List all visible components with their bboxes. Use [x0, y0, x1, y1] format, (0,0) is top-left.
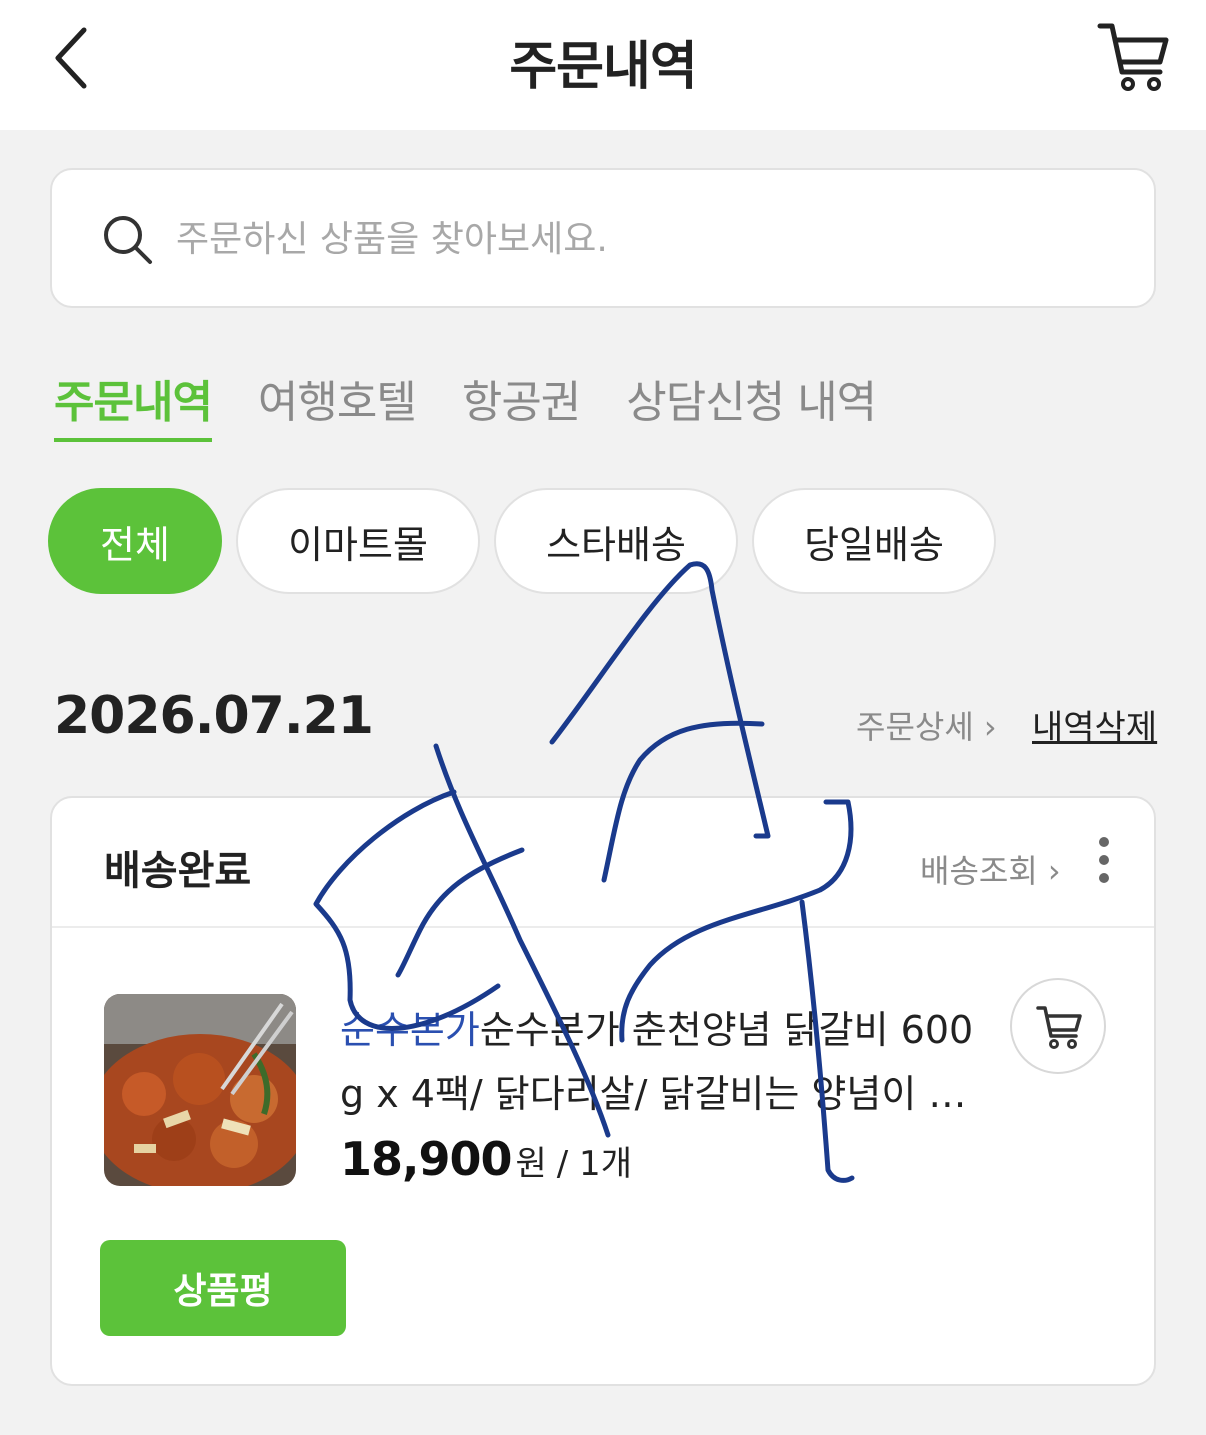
search-input[interactable]	[176, 208, 1076, 270]
product-price: 18,900	[340, 1132, 513, 1186]
filter-chips: 전체 이마트몰 스타배송 당일배송	[48, 488, 1010, 594]
cart-icon	[1036, 1006, 1082, 1049]
search-bar[interactable]	[50, 168, 1156, 308]
tab-consultation[interactable]: 상담신청 내역	[626, 372, 877, 442]
product-image[interactable]	[104, 994, 296, 1186]
filter-chip-star-delivery[interactable]: 스타배송	[494, 488, 738, 594]
delete-history-link[interactable]: 내역삭제	[1032, 700, 1157, 749]
page-title: 주문내역	[509, 37, 697, 97]
delivery-status: 배송완료	[104, 848, 252, 894]
price-currency: 원	[515, 1144, 547, 1184]
top-app-bar: 주문내역	[0, 0, 1206, 130]
filter-chip-all[interactable]: 전체	[48, 488, 222, 594]
price-row: 18,900 원/ 1개	[340, 1132, 632, 1186]
more-vertical-icon[interactable]	[1090, 836, 1120, 886]
tab-flight[interactable]: 항공권	[462, 372, 581, 442]
order-date: 2026.07.21	[54, 686, 374, 746]
cart-icon[interactable]	[1094, 18, 1174, 98]
tracking-link[interactable]: 배송조회 ›	[920, 846, 1061, 892]
tab-travel-hotel[interactable]: 여행호텔	[258, 372, 417, 442]
filter-chip-same-day[interactable]: 당일배송	[752, 488, 996, 594]
tab-bar: 주문내역 여행호텔 항공권 상담신청 내역	[54, 372, 922, 444]
filter-chip-emart-mall[interactable]: 이마트몰	[236, 488, 480, 594]
review-button[interactable]: 상품평	[100, 1240, 346, 1336]
add-to-cart-button[interactable]	[1010, 978, 1106, 1074]
search-icon	[104, 216, 152, 264]
product-title[interactable]: 순수본가순수본가 춘천양념 닭갈비 600g x 4팩/ 닭다리살/ 닭갈비는 …	[340, 998, 980, 1126]
order-card-header: 배송완료 배송조회 ›	[52, 798, 1154, 928]
order-card: 배송완료 배송조회 › 순수본가순수본가 춘천양념 닭갈비 600g x 4팩/…	[50, 796, 1156, 1386]
product-brand: 순수본가	[340, 1008, 480, 1052]
order-detail-link[interactable]: 주문상세 ›	[856, 702, 997, 748]
tab-order-history[interactable]: 주문내역	[54, 372, 213, 442]
product-quantity: / 1개	[556, 1144, 632, 1184]
